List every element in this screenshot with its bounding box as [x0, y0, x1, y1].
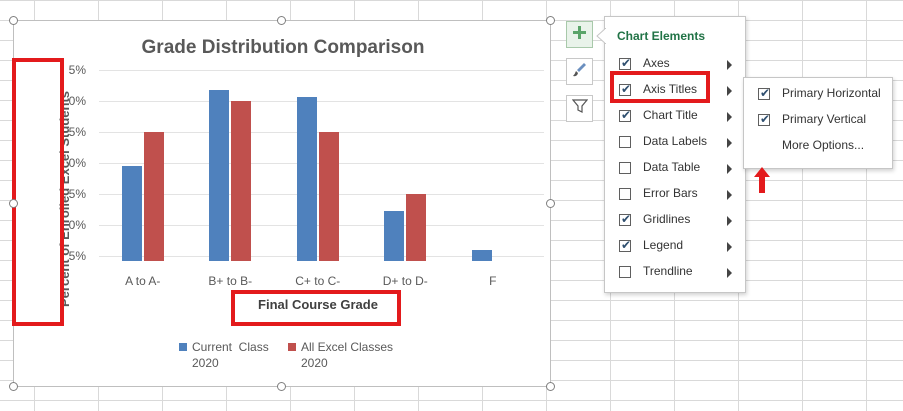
y-tick-label: 0%: [68, 218, 86, 232]
x-tick-label: C+ to C-: [295, 274, 341, 288]
legend-label-current: Current Class 2020: [192, 340, 269, 370]
checkbox-primary-vertical[interactable]: ✔: [758, 112, 770, 126]
x-tick-label: B+ to B-: [208, 274, 253, 288]
x-tick-label: A to A-: [125, 274, 161, 288]
resize-handle-top[interactable]: [277, 16, 286, 25]
chevron-right-icon[interactable]: [727, 138, 732, 148]
bar-all-excel-classes[interactable]: [143, 132, 164, 261]
y-tick-label: 0%: [68, 94, 86, 108]
element-data-labels[interactable]: Data Labels: [619, 133, 739, 155]
chevron-right-icon[interactable]: [727, 164, 732, 174]
resize-handle-top-right[interactable]: [546, 16, 555, 25]
y-axis-title-highlight: [12, 58, 64, 326]
element-legend-label: Legend: [643, 238, 684, 252]
y-tick-label: 5%: [68, 249, 86, 263]
chart-styles-button[interactable]: [566, 58, 593, 85]
checkbox-gridlines[interactable]: ✔: [619, 212, 631, 226]
bar-all-excel-classes[interactable]: [406, 194, 427, 261]
bar-all-excel-classes[interactable]: [231, 101, 252, 261]
checkbox-primary-horizontal[interactable]: ✔: [758, 86, 770, 100]
resize-handle-bottom[interactable]: [277, 382, 286, 391]
gridline: [99, 101, 544, 102]
chart-elements-panel: Chart Elements ✔ Axes ✔ Axis Titles ✔ Ch…: [596, 16, 746, 293]
bar-all-excel-classes[interactable]: [318, 132, 339, 261]
resize-handle-bottom-right[interactable]: [546, 382, 555, 391]
primary-horizontal-label: Primary Horizontal: [782, 86, 881, 100]
element-chart-title[interactable]: ✔ Chart Title: [619, 107, 739, 129]
chevron-right-icon[interactable]: [727, 242, 732, 252]
x-tick-label: F: [489, 274, 497, 288]
element-legend[interactable]: ✔ Legend: [619, 237, 739, 259]
element-data-table-label: Data Table: [643, 160, 701, 174]
checkbox-data-table[interactable]: [619, 162, 631, 174]
bar-current-class[interactable]: [209, 90, 230, 261]
checkbox-data-labels[interactable]: [619, 136, 631, 148]
resize-handle-top-left[interactable]: [9, 16, 18, 25]
chart-title[interactable]: Grade Distribution Comparison: [34, 37, 532, 59]
y-tick-label: 5%: [68, 187, 86, 201]
bar-current-class[interactable]: [121, 166, 142, 261]
element-chart-title-label: Chart Title: [643, 108, 698, 122]
bar-current-class[interactable]: [471, 249, 492, 261]
element-data-table[interactable]: Data Table: [619, 159, 739, 181]
bar-current-class[interactable]: [296, 97, 317, 261]
chart-filters-button[interactable]: [566, 95, 593, 122]
element-trendline[interactable]: Trendline: [619, 263, 739, 285]
checkbox-legend[interactable]: ✔: [619, 238, 631, 252]
legend-swatch-all: [288, 343, 296, 351]
submenu-more-options[interactable]: More Options...: [758, 137, 890, 157]
submenu-primary-vertical[interactable]: ✔ Primary Vertical: [758, 111, 890, 131]
element-error-bars[interactable]: Error Bars: [619, 185, 739, 207]
element-gridlines-label: Gridlines: [643, 212, 691, 226]
y-tick-label: 5%: [68, 63, 86, 77]
primary-vertical-label: Primary Vertical: [782, 112, 867, 126]
x-tick-label: D+ to D-: [382, 274, 428, 288]
annotation-arrow-icon: [752, 166, 772, 199]
paintbrush-icon: [571, 61, 588, 83]
checkbox-axes[interactable]: ✔: [619, 56, 631, 70]
element-trendline-label: Trendline: [643, 264, 693, 278]
chart-elements-title: Chart Elements: [617, 29, 706, 43]
resize-handle-left[interactable]: [9, 199, 18, 208]
element-axes-label: Axes: [643, 56, 670, 70]
resize-handle-right[interactable]: [546, 199, 555, 208]
chevron-right-icon[interactable]: [727, 190, 732, 200]
gridline: [99, 70, 544, 71]
chart-area[interactable]: Grade Distribution Comparison Percent of…: [12, 20, 551, 387]
chevron-right-icon[interactable]: [727, 112, 732, 122]
submenu-primary-horizontal[interactable]: ✔ Primary Horizontal: [758, 85, 890, 105]
checkbox-error-bars[interactable]: [619, 188, 631, 200]
plus-icon: [572, 25, 587, 45]
bar-current-class[interactable]: [384, 210, 405, 261]
axis-titles-highlight: [610, 71, 710, 103]
chevron-right-icon[interactable]: [727, 86, 732, 96]
y-tick-label: 0%: [68, 156, 86, 170]
more-options-label: More Options...: [782, 138, 865, 152]
x-axis-title-highlight: [231, 290, 401, 326]
y-tick-label: 5%: [68, 125, 86, 139]
element-gridlines[interactable]: ✔ Gridlines: [619, 211, 739, 233]
chart-elements-button[interactable]: [566, 21, 593, 48]
resize-handle-bottom-left[interactable]: [9, 382, 18, 391]
panel-pointer: [596, 28, 606, 44]
chevron-right-icon[interactable]: [727, 60, 732, 70]
legend-label-all: All Excel Classes 2020: [301, 340, 394, 370]
axis-titles-submenu: ✔ Primary Horizontal ✔ Primary Vertical …: [743, 77, 893, 169]
chevron-right-icon[interactable]: [727, 216, 732, 226]
legend-swatch-current: [179, 343, 187, 351]
element-error-bars-label: Error Bars: [643, 186, 698, 200]
checkbox-chart-title[interactable]: ✔: [619, 108, 631, 122]
chevron-right-icon[interactable]: [727, 268, 732, 278]
element-data-labels-label: Data Labels: [643, 134, 708, 148]
funnel-icon: [571, 98, 588, 119]
checkbox-trendline[interactable]: [619, 266, 631, 278]
